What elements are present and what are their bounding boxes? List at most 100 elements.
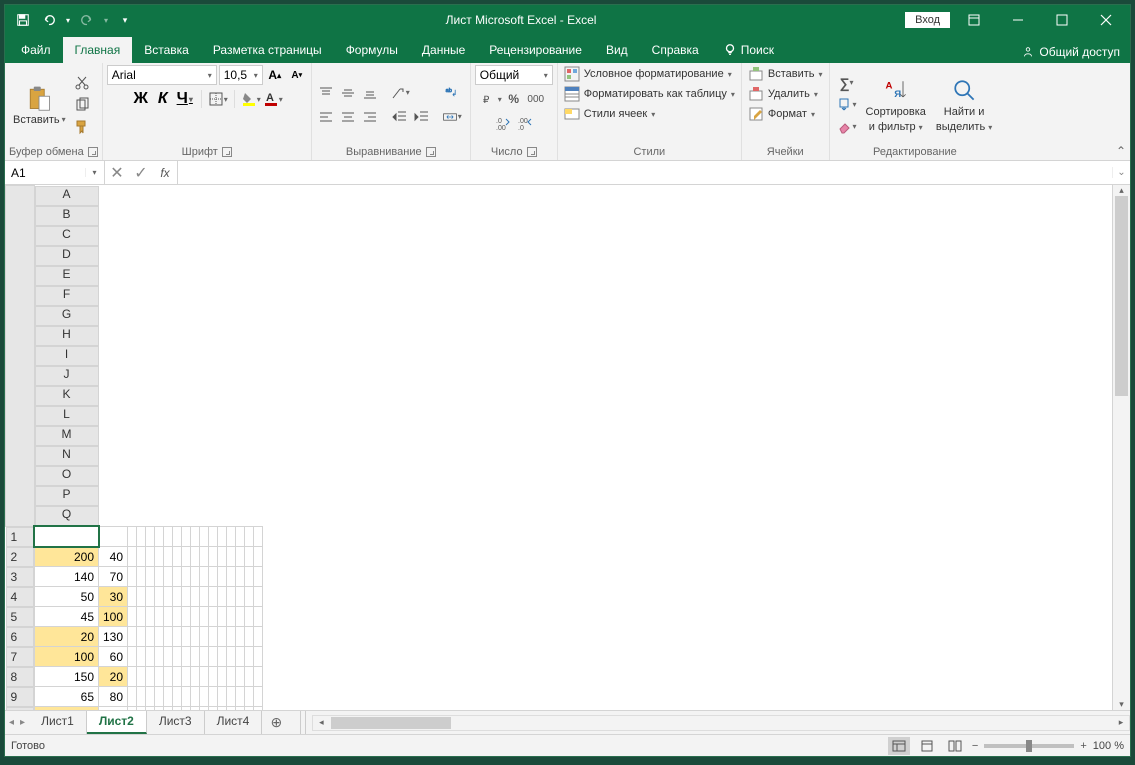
- cell[interactable]: [164, 667, 173, 687]
- cell[interactable]: [182, 647, 191, 667]
- formula-input[interactable]: [178, 166, 1112, 180]
- cell[interactable]: [227, 627, 236, 647]
- tell-me-search[interactable]: Поиск: [711, 37, 786, 63]
- cell[interactable]: [254, 547, 263, 567]
- row-header[interactable]: 5: [6, 607, 34, 627]
- row-header[interactable]: 1: [6, 527, 34, 547]
- cell[interactable]: [137, 627, 146, 647]
- zoom-out-button[interactable]: −: [972, 740, 978, 752]
- cell[interactable]: [227, 667, 236, 687]
- format-cells-button[interactable]: Формат▾: [746, 105, 817, 123]
- find-select-button[interactable]: Найти ивыделить ▾: [932, 74, 996, 134]
- cell[interactable]: [209, 547, 218, 567]
- cell[interactable]: [128, 607, 137, 627]
- tab-help[interactable]: Справка: [640, 37, 711, 63]
- cell[interactable]: [200, 647, 209, 667]
- cell[interactable]: [218, 587, 227, 607]
- cell[interactable]: [182, 707, 191, 711]
- cell[interactable]: [236, 707, 245, 711]
- cell[interactable]: [173, 647, 182, 667]
- tab-formulas[interactable]: Формулы: [334, 37, 410, 63]
- sheet-tab[interactable]: Лист2: [87, 711, 147, 734]
- cell[interactable]: [99, 526, 128, 547]
- increase-decimal-button[interactable]: .0.00: [493, 113, 513, 133]
- cell[interactable]: [146, 526, 155, 547]
- column-header[interactable]: L: [35, 406, 99, 426]
- cell[interactable]: [146, 687, 155, 707]
- cell[interactable]: [128, 526, 137, 547]
- font-color-button[interactable]: A▾: [263, 89, 283, 109]
- cell[interactable]: [191, 567, 200, 587]
- name-box-input[interactable]: [5, 166, 85, 180]
- cell[interactable]: [254, 707, 263, 711]
- cell[interactable]: [137, 526, 146, 547]
- cell[interactable]: 120: [99, 707, 128, 711]
- cell[interactable]: 20: [99, 667, 128, 687]
- cell[interactable]: [245, 687, 254, 707]
- cell[interactable]: [209, 526, 218, 547]
- column-header[interactable]: K: [35, 386, 99, 406]
- cell[interactable]: [200, 587, 209, 607]
- cell[interactable]: [209, 587, 218, 607]
- align-bottom-button[interactable]: [360, 83, 380, 103]
- cell[interactable]: [191, 667, 200, 687]
- wrap-text-button[interactable]: ab: [438, 83, 466, 103]
- share-button[interactable]: Общий доступ: [1011, 41, 1130, 63]
- cell[interactable]: [245, 647, 254, 667]
- cell[interactable]: [254, 607, 263, 627]
- cell[interactable]: [164, 587, 173, 607]
- decrease-indent-button[interactable]: [390, 107, 410, 127]
- alignment-dialog-launcher[interactable]: [426, 147, 436, 157]
- minimize-icon[interactable]: [998, 6, 1038, 34]
- cell[interactable]: [173, 607, 182, 627]
- scroll-up-button[interactable]: ▴: [1113, 185, 1130, 196]
- cell[interactable]: 200: [34, 707, 99, 711]
- scroll-left-button[interactable]: ◂: [313, 717, 329, 728]
- align-left-button[interactable]: [316, 107, 336, 127]
- cell[interactable]: [182, 547, 191, 567]
- cell[interactable]: [209, 647, 218, 667]
- redo-dropdown-icon[interactable]: ▾: [101, 8, 111, 32]
- sheet-tab[interactable]: Лист3: [147, 711, 205, 734]
- cell[interactable]: [155, 627, 164, 647]
- cell[interactable]: [182, 627, 191, 647]
- cell[interactable]: [191, 526, 200, 547]
- format-as-table-button[interactable]: Форматировать как таблицу▾: [562, 85, 737, 103]
- cell[interactable]: [164, 707, 173, 711]
- decrease-font-button[interactable]: A▾: [287, 65, 307, 85]
- tab-home[interactable]: Главная: [63, 37, 133, 63]
- cell[interactable]: [245, 547, 254, 567]
- tab-scroll-left-button[interactable]: ◂: [9, 717, 14, 728]
- cell[interactable]: [146, 547, 155, 567]
- column-header[interactable]: N: [35, 446, 99, 466]
- align-top-button[interactable]: [316, 83, 336, 103]
- cell[interactable]: [182, 687, 191, 707]
- cell[interactable]: [182, 526, 191, 547]
- increase-font-button[interactable]: A▴: [265, 65, 285, 85]
- borders-button[interactable]: ▾: [208, 89, 228, 109]
- row-header[interactable]: 8: [6, 667, 34, 687]
- vertical-scrollbar[interactable]: ▴ ▾: [1112, 185, 1130, 710]
- cell[interactable]: [254, 627, 263, 647]
- cell[interactable]: [137, 707, 146, 711]
- cell[interactable]: [236, 627, 245, 647]
- cell[interactable]: [254, 687, 263, 707]
- cell[interactable]: [245, 667, 254, 687]
- cell[interactable]: [146, 707, 155, 711]
- cell[interactable]: [245, 526, 254, 547]
- cell[interactable]: [137, 647, 146, 667]
- cell[interactable]: [164, 567, 173, 587]
- scroll-right-button[interactable]: ▸: [1113, 717, 1129, 728]
- cell[interactable]: [209, 627, 218, 647]
- cell[interactable]: [146, 567, 155, 587]
- cell[interactable]: [137, 667, 146, 687]
- column-header[interactable]: G: [35, 306, 99, 326]
- cell[interactable]: 150: [34, 667, 99, 687]
- cell[interactable]: [227, 547, 236, 567]
- cell[interactable]: [164, 547, 173, 567]
- align-center-button[interactable]: [338, 107, 358, 127]
- cell[interactable]: [155, 587, 164, 607]
- cell[interactable]: [218, 707, 227, 711]
- qat-customize-icon[interactable]: ▾: [113, 8, 137, 32]
- column-header[interactable]: B: [35, 206, 99, 226]
